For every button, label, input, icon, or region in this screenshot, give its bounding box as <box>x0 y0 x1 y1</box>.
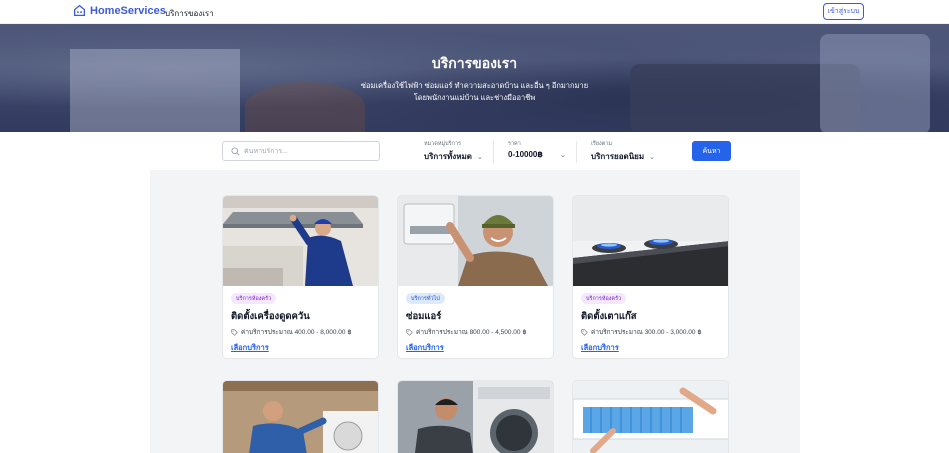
category-value: บริการทั้งหมด <box>424 152 472 161</box>
service-image <box>223 381 378 453</box>
hero-subtitle: ซ่อมเครื่องใช้ไฟฟ้า ซ่อมแอร์ ทำความสะอาด… <box>0 80 949 104</box>
price-text: ค่าบริการประมาณ 800.00 - 4,500.00 ฿ <box>416 329 527 336</box>
service-image <box>398 196 553 286</box>
service-card[interactable]: บริการห้องครัว ติดตั้งเตาแก๊ส ค่าบริการป… <box>572 195 729 359</box>
service-image <box>398 381 553 453</box>
chevron-down-icon: ⌄ <box>649 153 655 161</box>
category-dropdown[interactable]: หมวดหมู่บริการ บริการทั้งหมด ⌄ <box>424 140 483 163</box>
house-icon <box>73 4 86 17</box>
search-icon <box>231 146 240 156</box>
price-range: ค่าบริการประมาณ 800.00 - 4,500.00 ฿ <box>406 327 526 337</box>
hero-title: บริการของเรา <box>431 55 518 71</box>
hero-subtitle-line: โดยพนักงานแม่บ้าน และช่างมืออาชีพ <box>413 93 536 102</box>
sort-value: บริการยอดนิยม <box>591 152 645 161</box>
service-card[interactable] <box>572 380 729 453</box>
service-image <box>573 381 728 453</box>
service-title: ติดตั้งเตาแก๊ส <box>581 311 637 322</box>
price-text: ค่าบริการประมาณ 400.00 - 8,000.00 ฿ <box>241 329 352 336</box>
price-label: ราคา <box>508 141 521 147</box>
price-range: ค่าบริการประมาณ 300.00 - 3,000.00 ฿ <box>581 327 701 337</box>
price-text: ค่าบริการประมาณ 300.00 - 3,000.00 ฿ <box>591 329 702 336</box>
service-title: ซ่อมแอร์ <box>406 311 442 322</box>
divider <box>493 141 494 163</box>
chevron-down-icon: ⌄ <box>559 151 566 159</box>
chevron-down-icon: ⌄ <box>476 153 483 161</box>
service-card[interactable] <box>397 380 554 453</box>
price-dropdown[interactable]: ราคา 0-10000฿ ⌄ <box>508 140 566 159</box>
tag-icon <box>231 328 238 336</box>
service-image <box>573 196 728 286</box>
service-card[interactable]: บริการทั่วไป ซ่อมแอร์ ค่าบริการประมาณ 80… <box>397 195 554 359</box>
select-service-link[interactable]: เลือกบริการ <box>581 342 619 354</box>
search-box[interactable] <box>222 141 380 161</box>
service-title: ติดตั้งเครื่องดูดควัน <box>231 311 310 322</box>
sort-label: เรียงตาม <box>591 141 613 147</box>
service-card[interactable]: บริการห้องครัว ติดตั้งเครื่องดูดควัน ค่า… <box>222 195 379 359</box>
brand-name: HomeServices <box>90 4 166 17</box>
select-service-link[interactable]: เลือกบริการ <box>406 342 444 354</box>
hero-subtitle-line: ซ่อมเครื่องใช้ไฟฟ้า ซ่อมแอร์ ทำความสะอาด… <box>360 81 589 90</box>
filter-bar: หมวดหมู่บริการ บริการทั้งหมด ⌄ ราคา 0-10… <box>0 132 949 170</box>
sort-dropdown[interactable]: เรียงตาม บริการยอดนิยม ⌄ <box>591 140 655 163</box>
tag-icon <box>581 328 588 336</box>
hero-banner: บริการของเรา ซ่อมเครื่องใช้ไฟฟ้า ซ่อมแอร… <box>0 24 949 132</box>
price-range: ค่าบริการประมาณ 400.00 - 8,000.00 ฿ <box>231 327 351 337</box>
login-button[interactable]: เข้าสู่ระบบ <box>823 3 864 20</box>
search-input[interactable] <box>244 147 364 155</box>
service-image <box>223 196 378 286</box>
brand-logo[interactable]: HomeServices <box>73 4 166 17</box>
category-badge: บริการห้องครัว <box>231 293 277 304</box>
tag-icon <box>406 328 413 336</box>
nav-our-services[interactable]: บริการของเรา <box>165 7 214 20</box>
divider <box>576 141 577 163</box>
service-card[interactable] <box>222 380 379 453</box>
services-grid: บริการห้องครัว ติดตั้งเครื่องดูดควัน ค่า… <box>150 170 800 453</box>
select-service-link[interactable]: เลือกบริการ <box>231 342 269 354</box>
top-navbar: HomeServices บริการของเรา เข้าสู่ระบบ <box>0 0 949 24</box>
search-button[interactable]: ค้นหา <box>692 141 731 161</box>
category-label: หมวดหมู่บริการ <box>424 141 461 147</box>
category-badge: บริการห้องครัว <box>581 293 627 304</box>
price-value: 0-10000฿ <box>508 150 543 159</box>
category-badge: บริการทั่วไป <box>406 293 445 304</box>
